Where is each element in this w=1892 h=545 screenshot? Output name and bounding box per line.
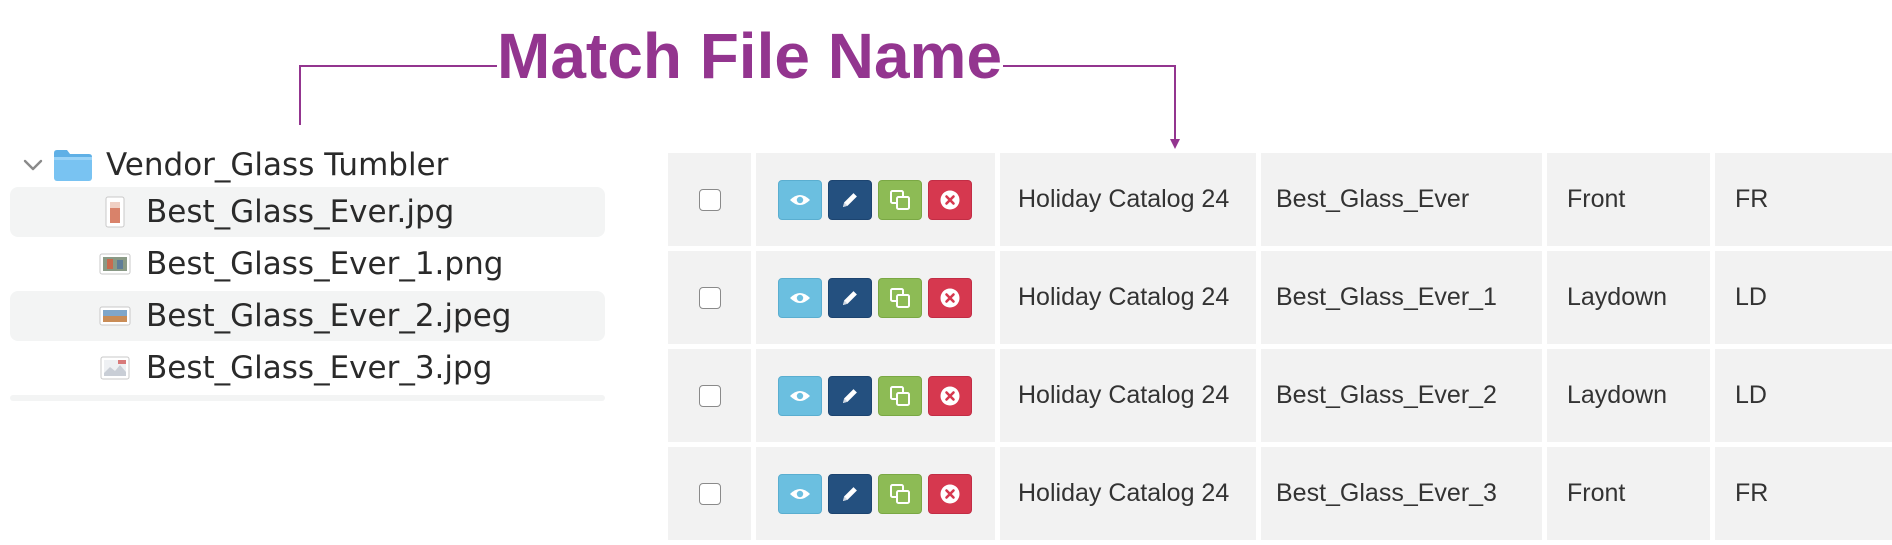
catalog-cell: Holiday Catalog 24 — [1000, 447, 1256, 540]
right-connector-line — [1003, 65, 1176, 144]
view-code-cell: LD — [1715, 349, 1892, 442]
pencil-icon — [843, 486, 857, 501]
file-name-cell: Best_Glass_Ever_1 — [1261, 251, 1542, 344]
checkbox-cell — [668, 153, 751, 246]
copy-icon — [890, 483, 910, 504]
view-button[interactable] — [778, 375, 822, 416]
file-name-cell: Best_Glass_Ever — [1261, 153, 1542, 246]
view-code-cell: FR — [1715, 447, 1892, 540]
image-thumbnail-icon — [99, 306, 131, 326]
copy-button[interactable] — [878, 375, 922, 416]
copy-icon — [890, 287, 910, 308]
view-code-cell: FR — [1715, 153, 1892, 246]
eye-icon — [790, 194, 810, 205]
row-checkbox[interactable] — [699, 482, 721, 505]
view-button[interactable] — [778, 179, 822, 220]
copy-button[interactable] — [878, 473, 922, 514]
close-circle-icon — [940, 484, 960, 503]
file-row[interactable]: Best_Glass_Ever_3.jpg — [10, 343, 605, 393]
view-type-cell: Front — [1547, 153, 1710, 246]
view-type-cell: Front — [1547, 447, 1710, 540]
catalog-cell: Holiday Catalog 24 — [1000, 349, 1256, 442]
row-checkbox[interactable] — [699, 384, 721, 407]
table-row: Holiday Catalog 24 Best_Glass_Ever_3 Fro… — [668, 447, 1892, 540]
row-checkbox[interactable] — [699, 188, 721, 211]
eye-icon — [790, 390, 810, 401]
left-connector-line — [299, 65, 497, 125]
image-thumbnail-icon — [100, 356, 130, 380]
image-thumbnail-icon — [99, 253, 131, 275]
file-name: Best_Glass_Ever.jpg — [146, 194, 455, 230]
close-circle-icon — [940, 288, 960, 307]
arrowhead-icon — [1170, 139, 1180, 149]
close-circle-icon — [940, 190, 960, 209]
pencil-icon — [843, 192, 857, 207]
chevron-down-icon[interactable] — [22, 154, 44, 176]
table-row: Holiday Catalog 24 Best_Glass_Ever_1 Lay… — [668, 251, 1892, 344]
file-row[interactable]: Best_Glass_Ever.jpg — [10, 187, 605, 237]
delete-button[interactable] — [928, 179, 972, 220]
pencil-icon — [843, 388, 857, 403]
edit-button[interactable] — [828, 375, 872, 416]
file-name-cell: Best_Glass_Ever_3 — [1261, 447, 1542, 540]
table-row: Holiday Catalog 24 Best_Glass_Ever_2 Lay… — [668, 349, 1892, 442]
file-name-cell: Best_Glass_Ever_2 — [1261, 349, 1542, 442]
copy-button[interactable] — [878, 277, 922, 318]
view-button[interactable] — [778, 473, 822, 514]
catalog-cell: Holiday Catalog 24 — [1000, 153, 1256, 246]
edit-button[interactable] — [828, 473, 872, 514]
table-row: Holiday Catalog 24 Best_Glass_Ever Front… — [668, 153, 1892, 246]
eye-icon — [790, 488, 810, 499]
folder-icon — [54, 150, 92, 181]
edit-button[interactable] — [828, 277, 872, 318]
view-button[interactable] — [778, 277, 822, 318]
edit-button[interactable] — [828, 179, 872, 220]
view-type-cell: Laydown — [1547, 349, 1710, 442]
eye-icon — [790, 292, 810, 303]
row-checkbox[interactable] — [699, 286, 721, 309]
copy-icon — [890, 189, 910, 210]
folder-name: Vendor_Glass Tumbler — [106, 147, 449, 183]
view-code-cell: LD — [1715, 251, 1892, 344]
checkbox-cell — [668, 447, 751, 540]
file-name: Best_Glass_Ever_1.png — [146, 246, 504, 282]
delete-button[interactable] — [928, 277, 972, 318]
checkbox-cell — [668, 251, 751, 344]
annotation-title: Match File Name — [497, 20, 1003, 92]
file-name: Best_Glass_Ever_3.jpg — [146, 350, 493, 386]
catalog-cell: Holiday Catalog 24 — [1000, 251, 1256, 344]
file-row[interactable]: Best_Glass_Ever_2.jpeg — [10, 291, 605, 341]
image-thumbnail-icon — [105, 196, 125, 228]
view-type-cell: Laydown — [1547, 251, 1710, 344]
delete-button[interactable] — [928, 473, 972, 514]
actions-cell — [756, 447, 995, 540]
copy-icon — [890, 385, 910, 406]
delete-button[interactable] — [928, 375, 972, 416]
folder-row[interactable]: Vendor_Glass Tumbler — [22, 141, 448, 189]
file-row[interactable]: Best_Glass_Ever_1.png — [10, 239, 605, 289]
checkbox-cell — [668, 349, 751, 442]
tree-row-edge — [10, 395, 605, 401]
copy-button[interactable] — [878, 179, 922, 220]
actions-cell — [756, 153, 995, 246]
actions-cell — [756, 349, 995, 442]
file-name: Best_Glass_Ever_2.jpeg — [146, 298, 512, 334]
close-circle-icon — [940, 386, 960, 405]
pencil-icon — [843, 290, 857, 305]
actions-cell — [756, 251, 995, 344]
